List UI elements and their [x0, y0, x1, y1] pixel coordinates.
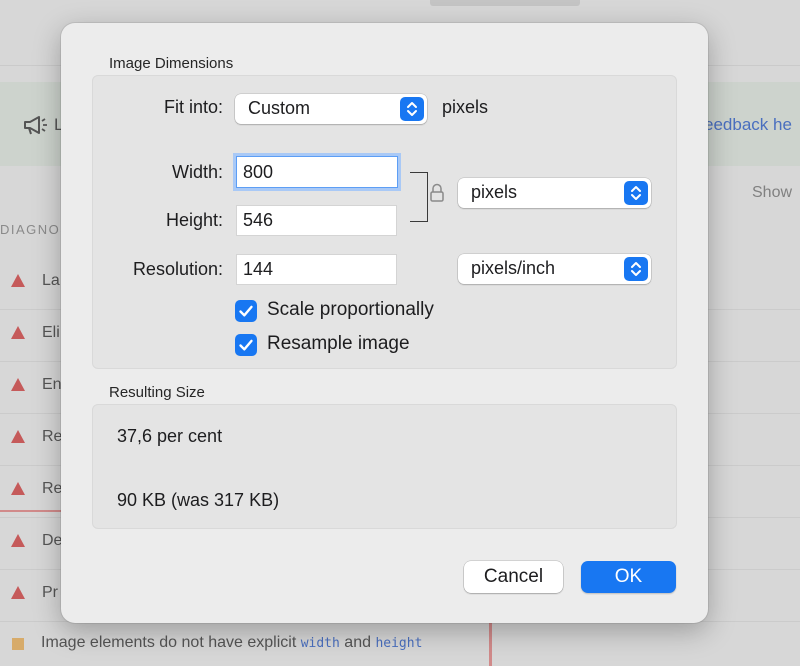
- list-item-label: Eli: [42, 324, 60, 341]
- resolution-label: Resolution:: [132, 259, 223, 279]
- diagnostics-heading: DIAGNOS: [0, 222, 71, 237]
- image-size-dialog: Image Dimensions Fit into: Custom pixels…: [61, 23, 708, 623]
- width-label: Width:: [171, 162, 223, 182]
- fit-into-label: Fit into:: [163, 97, 223, 117]
- list-item-label: Re: [42, 480, 63, 497]
- popup-stepper-icon: [400, 97, 424, 121]
- ok-button[interactable]: OK: [581, 561, 676, 593]
- resolution-field[interactable]: [236, 254, 397, 285]
- width-field[interactable]: [236, 156, 398, 188]
- result-file-size: 90 KB (was 317 KB): [117, 490, 280, 510]
- background-top-tab: [430, 0, 580, 6]
- size-unit-value: pixels: [471, 182, 518, 202]
- warning-triangle-icon: [11, 274, 25, 287]
- resulting-size-title: Resulting Size: [109, 384, 205, 401]
- warning-square-icon: [12, 638, 24, 650]
- image-dimensions-title: Image Dimensions: [109, 55, 234, 72]
- feedback-link[interactable]: eedback he: [704, 115, 792, 135]
- resample-image-checkbox[interactable]: Resample image: [235, 333, 495, 358]
- resample-image-label: Resample image: [267, 333, 410, 354]
- resolution-unit-popup[interactable]: pixels/inch: [458, 254, 651, 284]
- list-item-label: La: [42, 272, 60, 289]
- fit-into-popup[interactable]: Custom: [235, 94, 427, 124]
- checkmark-icon: [235, 300, 257, 322]
- list-item-label: Re: [42, 428, 63, 445]
- scale-proportionally-checkbox[interactable]: Scale proportionally: [235, 299, 495, 324]
- result-percent: 37,6 per cent: [117, 426, 223, 446]
- size-unit-popup[interactable]: pixels: [458, 178, 651, 208]
- list-item-image-dimensions[interactable]: Image elements do not have explicit widt…: [0, 624, 492, 664]
- list-item-label: Image elements do not have explicit widt…: [41, 634, 423, 651]
- warning-triangle-icon: [11, 326, 25, 339]
- popup-stepper-icon: [624, 257, 648, 281]
- lock-icon[interactable]: [429, 182, 445, 204]
- warning-triangle-icon: [11, 430, 25, 443]
- cancel-button[interactable]: Cancel: [464, 561, 563, 593]
- warning-triangle-icon: [11, 378, 25, 391]
- megaphone-icon: [24, 116, 47, 135]
- fit-into-value: Custom: [248, 98, 311, 118]
- height-field[interactable]: [236, 205, 397, 236]
- list-item-label: En: [42, 376, 62, 393]
- checkmark-icon: [235, 334, 257, 356]
- popup-stepper-icon: [624, 181, 648, 205]
- warning-triangle-icon: [11, 482, 25, 495]
- fit-into-unit: pixels: [442, 97, 489, 117]
- scale-proportionally-label: Scale proportionally: [267, 299, 434, 320]
- resolution-unit-value: pixels/inch: [471, 258, 556, 278]
- show-toggle[interactable]: Show: [752, 184, 792, 202]
- proportion-bracket: [410, 172, 428, 222]
- height-label: Height:: [165, 210, 223, 230]
